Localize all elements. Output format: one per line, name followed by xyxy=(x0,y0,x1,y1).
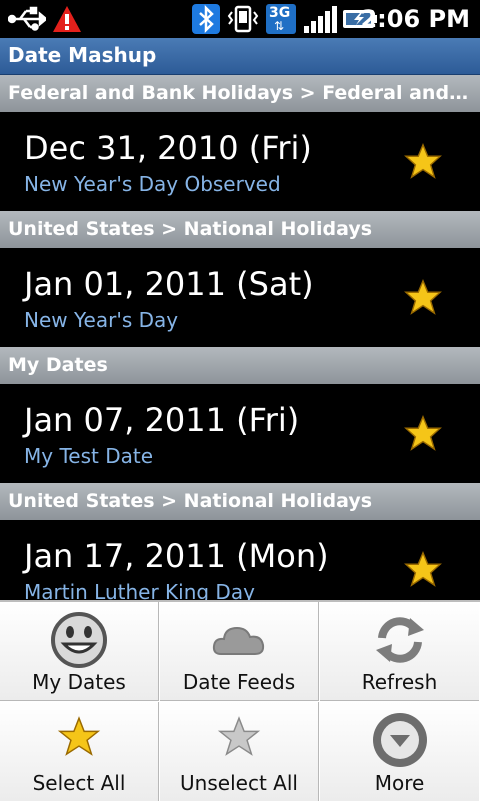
list-item[interactable]: Jan 07, 2011 (Fri) My Test Date xyxy=(0,384,480,483)
star-icon[interactable] xyxy=(404,142,442,180)
status-bar: 3G ⇅ 2:06 PM xyxy=(0,0,480,38)
bluetooth-icon xyxy=(192,4,220,34)
gold-star-icon xyxy=(57,716,101,756)
more-arrow-icon xyxy=(372,713,427,767)
menu-item-label: Select All xyxy=(32,771,126,795)
menu-item-label: My Dates xyxy=(32,670,126,694)
list-item[interactable]: Jan 01, 2011 (Sat) New Year's Day xyxy=(0,248,480,347)
item-date: Jan 17, 2011 (Mon) xyxy=(24,537,329,575)
gray-star-icon xyxy=(217,716,261,756)
smiley-face-icon xyxy=(51,612,107,668)
section-header: United States > National Holidays xyxy=(0,211,480,248)
list-item[interactable]: Jan 17, 2011 (Mon) Martin Luther King Da… xyxy=(0,520,480,600)
menu-unselect-all-button[interactable]: Unselect All xyxy=(160,702,319,801)
menu-item-label: Unselect All xyxy=(180,771,298,795)
warning-icon xyxy=(53,6,81,32)
app-title: Date Mashup xyxy=(8,43,157,67)
menu-item-label: Date Feeds xyxy=(182,670,296,694)
menu-my-dates-button[interactable]: My Dates xyxy=(0,602,159,701)
item-name: New Year's Day xyxy=(24,308,179,332)
item-name: Martin Luther King Day xyxy=(24,580,255,600)
signal-icon xyxy=(304,6,337,33)
item-name: New Year's Day Observed xyxy=(24,172,281,196)
app-title-bar: Date Mashup xyxy=(0,38,480,75)
status-time: 2:06 PM xyxy=(360,5,470,33)
menu-refresh-button[interactable]: Refresh xyxy=(320,602,479,701)
usb-icon xyxy=(8,6,46,31)
list-item[interactable]: Dec 31, 2010 (Fri) New Year's Day Observ… xyxy=(0,112,480,211)
menu-date-feeds-button[interactable]: Date Feeds xyxy=(160,602,319,701)
menu-select-all-button[interactable]: Select All xyxy=(0,702,159,801)
star-icon[interactable] xyxy=(404,550,442,588)
star-icon[interactable] xyxy=(404,414,442,452)
vibrate-icon xyxy=(227,5,259,33)
cloud-icon xyxy=(212,626,265,655)
item-date: Jan 01, 2011 (Sat) xyxy=(24,265,314,303)
refresh-icon xyxy=(375,617,424,663)
menu-item-label: More xyxy=(374,771,425,795)
section-header: My Dates xyxy=(0,347,480,384)
star-icon[interactable] xyxy=(404,278,442,316)
section-header: Federal and Bank Holidays > Federal and … xyxy=(0,75,480,112)
section-header: United States > National Holidays xyxy=(0,483,480,520)
menu-item-label: Refresh xyxy=(361,670,438,694)
item-date: Dec 31, 2010 (Fri) xyxy=(24,129,312,167)
options-menu: My Dates Date Feeds Refresh Select All U… xyxy=(0,600,480,802)
menu-more-button[interactable]: More xyxy=(320,702,479,801)
item-date: Jan 07, 2011 (Fri) xyxy=(24,401,300,439)
date-list[interactable]: Federal and Bank Holidays > Federal and … xyxy=(0,75,480,600)
item-name: My Test Date xyxy=(24,444,153,468)
3g-data-icon: 3G ⇅ xyxy=(266,4,296,34)
